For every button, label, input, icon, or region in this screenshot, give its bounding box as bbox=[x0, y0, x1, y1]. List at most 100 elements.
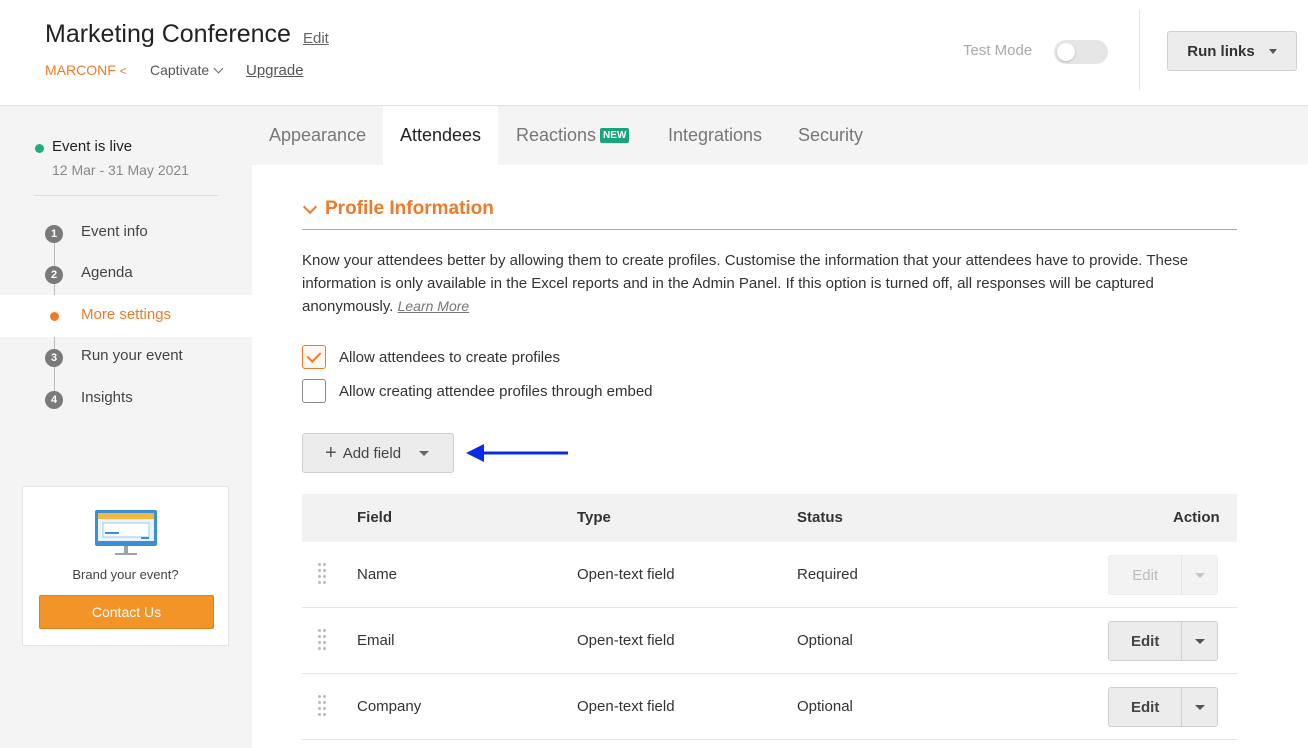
drag-handle-icon[interactable] bbox=[318, 563, 328, 587]
share-icon: < bbox=[120, 64, 127, 78]
add-field-label: Add field bbox=[343, 445, 401, 462]
field-name: Name bbox=[357, 566, 397, 583]
caret-down-icon bbox=[1195, 705, 1205, 710]
table-row: Company Open-text field Optional Edit bbox=[302, 674, 1237, 740]
run-links-label: Run links bbox=[1187, 43, 1255, 60]
sidebar-step-insights[interactable]: 4 Insights bbox=[0, 378, 252, 420]
upgrade-link[interactable]: Upgrade bbox=[246, 62, 304, 79]
edit-button: Edit bbox=[1109, 556, 1182, 594]
test-mode-label: Test Mode bbox=[963, 42, 1032, 59]
step-number: 1 bbox=[45, 225, 63, 243]
caret-down-icon bbox=[419, 451, 429, 456]
new-badge: NEW bbox=[600, 128, 629, 143]
edit-button[interactable]: Edit bbox=[1109, 622, 1182, 660]
tab-security[interactable]: Security bbox=[781, 106, 880, 165]
caret-down-icon bbox=[1269, 49, 1277, 54]
allow-embed-profiles-option[interactable]: Allow creating attendee profiles through… bbox=[302, 379, 653, 403]
caret-down-icon bbox=[1195, 573, 1205, 578]
step-number: 2 bbox=[45, 266, 63, 284]
checkbox-label: Allow creating attendee profiles through… bbox=[339, 383, 653, 400]
main-content: Profile Information Know your attendees … bbox=[252, 165, 1308, 748]
edit-button-group: Edit bbox=[1108, 555, 1218, 595]
plan-dropdown[interactable]: Captivate bbox=[150, 62, 222, 78]
step-number: 3 bbox=[45, 349, 63, 367]
test-mode-toggle[interactable] bbox=[1054, 40, 1108, 64]
field-name: Email bbox=[357, 632, 395, 649]
step-label: Run your event bbox=[81, 347, 183, 364]
allow-embed-profiles-checkbox[interactable] bbox=[302, 379, 326, 403]
edit-button-group: Edit bbox=[1108, 621, 1218, 661]
table-header: Field Type Status Action bbox=[302, 494, 1237, 542]
step-label: Agenda bbox=[81, 264, 133, 281]
field-status: Optional bbox=[797, 698, 853, 715]
table-row: Name Open-text field Required Edit bbox=[302, 542, 1237, 608]
profile-section-header[interactable]: Profile Information bbox=[302, 198, 1237, 230]
tab-attendees[interactable]: Attendees bbox=[383, 106, 498, 165]
event-title: Marketing Conference bbox=[45, 20, 291, 49]
live-status-dot-icon bbox=[35, 144, 44, 153]
tab-label: Security bbox=[798, 125, 863, 146]
top-header: Marketing Conference Edit MARCONF < Capti… bbox=[0, 0, 1308, 106]
section-title: Profile Information bbox=[325, 198, 494, 220]
edit-button[interactable]: Edit bbox=[1109, 688, 1182, 726]
column-header-status: Status bbox=[797, 509, 843, 526]
column-header-field: Field bbox=[357, 509, 392, 526]
event-code: MARCONF bbox=[45, 62, 116, 78]
toggle-knob bbox=[1057, 43, 1075, 61]
step-number: 4 bbox=[45, 391, 63, 409]
plus-icon: + bbox=[325, 443, 337, 463]
sidebar-step-event-info[interactable]: 1 Event info bbox=[0, 212, 252, 254]
add-field-button[interactable]: + Add field bbox=[302, 433, 454, 473]
profile-description: Know your attendees better by allowing t… bbox=[302, 249, 1237, 318]
sidebar-divider bbox=[34, 195, 218, 196]
event-dates: 12 Mar - 31 May 2021 bbox=[52, 162, 189, 178]
field-type: Open-text field bbox=[577, 632, 675, 649]
tab-label: Reactions bbox=[516, 125, 596, 146]
edit-dropdown-button[interactable] bbox=[1182, 622, 1217, 660]
field-type: Open-text field bbox=[577, 698, 675, 715]
sidebar-step-run-your-event[interactable]: 3 Run your event bbox=[0, 336, 252, 378]
field-status: Required bbox=[797, 566, 858, 583]
drag-handle-icon[interactable] bbox=[318, 629, 328, 653]
allow-profiles-checkbox[interactable] bbox=[302, 345, 326, 369]
run-links-button[interactable]: Run links bbox=[1167, 31, 1297, 71]
tab-label: Attendees bbox=[400, 125, 481, 146]
allow-profiles-option[interactable]: Allow attendees to create profiles bbox=[302, 345, 560, 369]
sidebar-step-agenda[interactable]: 2 Agenda bbox=[0, 253, 252, 295]
field-type: Open-text field bbox=[577, 566, 675, 583]
caret-down-icon bbox=[1195, 639, 1205, 644]
event-status: Event is live bbox=[52, 138, 132, 155]
contact-us-button[interactable]: Contact Us bbox=[39, 595, 214, 629]
chevron-down-icon bbox=[214, 64, 224, 74]
edit-button-group: Edit bbox=[1108, 687, 1218, 727]
column-header-type: Type bbox=[577, 509, 611, 526]
sidebar: Event is live 12 Mar - 31 May 2021 1 Eve… bbox=[0, 106, 252, 748]
learn-more-link[interactable]: Learn More bbox=[398, 298, 470, 314]
column-header-action: Action bbox=[1173, 509, 1220, 526]
sidebar-step-more-settings[interactable]: More settings bbox=[0, 295, 252, 337]
edit-title-link[interactable]: Edit bbox=[303, 30, 329, 47]
step-label: Event info bbox=[81, 223, 148, 240]
step-label: Insights bbox=[81, 389, 133, 406]
tab-appearance[interactable]: Appearance bbox=[252, 106, 383, 165]
tab-integrations[interactable]: Integrations bbox=[651, 106, 779, 165]
plan-label: Captivate bbox=[150, 62, 209, 78]
table-row: Email Open-text field Optional Edit bbox=[302, 608, 1237, 674]
step-label: More settings bbox=[81, 306, 171, 323]
header-divider bbox=[1139, 10, 1140, 90]
chevron-down-icon bbox=[303, 200, 317, 214]
profile-fields-table: Field Type Status Action Name Open-text … bbox=[302, 494, 1237, 740]
presentation-screen-icon bbox=[93, 507, 159, 557]
tab-label: Integrations bbox=[668, 125, 762, 146]
tab-label: Appearance bbox=[269, 125, 366, 146]
checkbox-label: Allow attendees to create profiles bbox=[339, 349, 560, 366]
drag-handle-icon[interactable] bbox=[318, 695, 328, 719]
field-name: Company bbox=[357, 698, 421, 715]
settings-tabs: Appearance Attendees Reactions NEW Integr… bbox=[252, 106, 1308, 165]
edit-dropdown-button[interactable] bbox=[1182, 688, 1217, 726]
tab-reactions[interactable]: Reactions NEW bbox=[499, 106, 646, 165]
edit-dropdown-button bbox=[1182, 556, 1217, 594]
brand-promo-card: Brand your event? Contact Us bbox=[22, 486, 229, 646]
field-status: Optional bbox=[797, 632, 853, 649]
event-code-share[interactable]: MARCONF < bbox=[45, 62, 127, 78]
